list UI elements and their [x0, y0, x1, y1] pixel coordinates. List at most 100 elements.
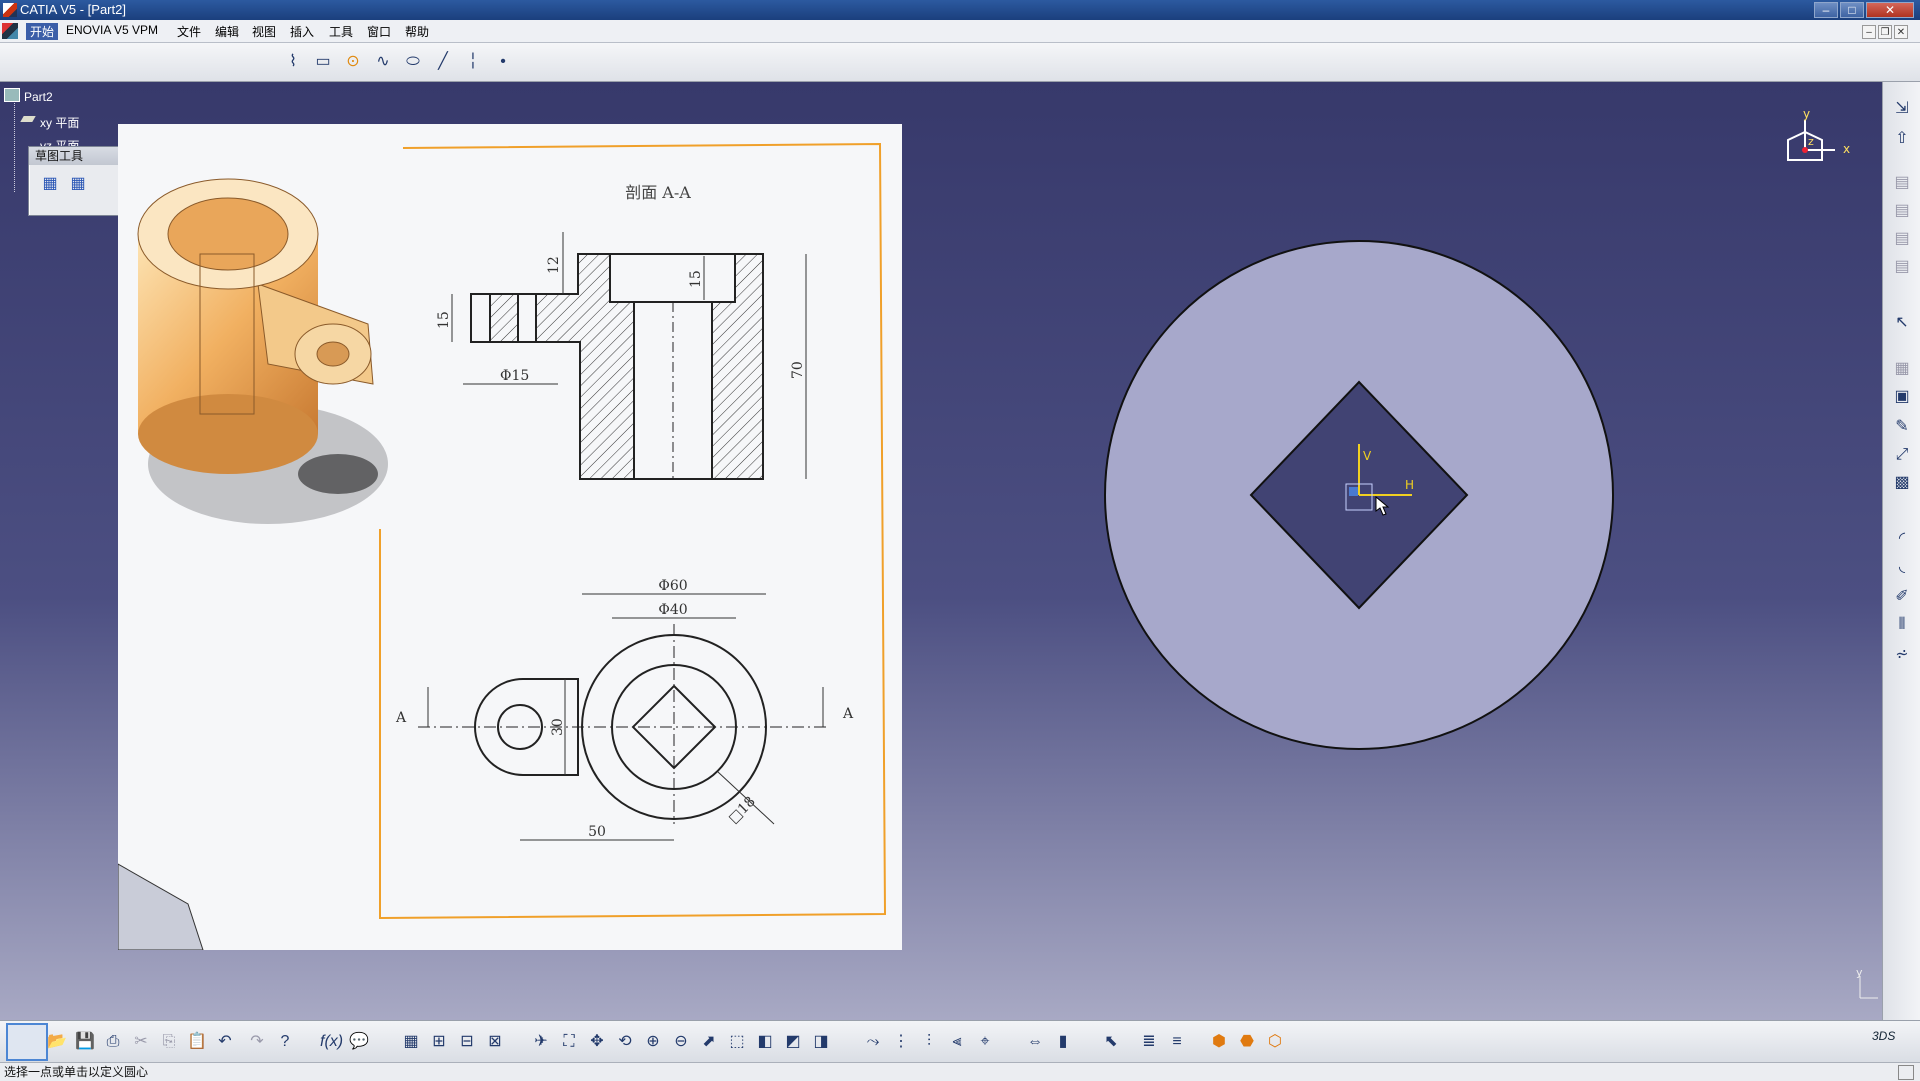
tree-item-xy-plane[interactable]: xy 平面 — [40, 114, 79, 131]
h-axis-label: H — [1405, 478, 1414, 492]
status-bar: 选择一点或单击以定义圆心 — [0, 1062, 1920, 1081]
grid-table-icon[interactable]: ▦ — [400, 1031, 422, 1053]
redo-icon[interactable]: ↷ — [246, 1031, 268, 1053]
snap-to-point-icon[interactable]: ▦ — [67, 173, 89, 195]
print-icon[interactable]: ⎙ — [102, 1031, 124, 1053]
hide-show-icon[interactable]: ◩ — [782, 1031, 804, 1053]
part-design-icon[interactable]: ⬢ — [1208, 1031, 1230, 1053]
comment-icon[interactable]: 💬 — [348, 1031, 370, 1053]
measure-icon[interactable]: ⊠ — [484, 1031, 506, 1053]
menu-enovia[interactable]: ENOVIA V5 VPM — [66, 23, 158, 37]
copy-icon[interactable]: ⎘ — [158, 1031, 180, 1053]
iso-view-icon[interactable]: ⬚ — [726, 1031, 748, 1053]
normal-view-icon[interactable]: ⬈ — [698, 1031, 720, 1053]
save-icon[interactable]: 💾 — [74, 1031, 96, 1053]
spline-icon[interactable]: ∿ — [372, 51, 394, 73]
geometric-constraints-icon[interactable]: ⫶ — [918, 1031, 940, 1053]
snap-icon[interactable]: ⌖ — [974, 1031, 996, 1053]
close-button[interactable]: ✕ — [1866, 2, 1914, 18]
grid-icon[interactable]: ▦ — [39, 173, 61, 195]
animate-constraint-icon[interactable]: ▤ — [1891, 228, 1913, 250]
point-icon[interactable]: • — [492, 51, 514, 73]
open-icon[interactable]: 📂 — [46, 1031, 68, 1053]
mirror-icon[interactable]: ⫴ — [1891, 614, 1913, 636]
menu-window[interactable]: 窗口 — [367, 23, 391, 40]
menu-help[interactable]: 帮助 — [405, 23, 429, 40]
rotate-icon[interactable]: ⟲ — [614, 1031, 636, 1053]
calculator-icon[interactable]: ▩ — [1891, 472, 1913, 494]
layer-icon[interactable]: ≣ — [1138, 1031, 1160, 1053]
layer-filter-icon[interactable]: ≡ — [1166, 1031, 1188, 1053]
zoom-out-icon[interactable]: ⊖ — [670, 1031, 692, 1053]
menu-file[interactable]: 文件 — [177, 23, 201, 40]
edit-multi-constraint-icon[interactable]: ▤ — [1891, 256, 1913, 278]
3d-viewport[interactable]: Part2 xy 平面 yz 平面 草图工具 ▦ ▦ — [0, 82, 1882, 1020]
tree-root-part2[interactable]: Part2 — [24, 90, 53, 104]
sketch-tools-toolbar[interactable]: 草图工具 ▦ ▦ — [28, 146, 122, 216]
constraint-icon[interactable]: ▣ — [1891, 386, 1913, 408]
circle-icon[interactable]: ⊙ — [342, 51, 364, 73]
line-icon[interactable]: ╱ — [432, 51, 454, 73]
svg-text:Φ15: Φ15 — [500, 368, 529, 384]
compass-icon[interactable]: y x z — [1770, 110, 1860, 180]
chamfer-icon[interactable]: ◟ — [1891, 556, 1913, 578]
formula-icon[interactable]: f(x) — [320, 1031, 343, 1053]
pencil-icon[interactable]: ✎ — [1891, 416, 1913, 438]
auto-constraint-icon[interactable]: ▤ — [1891, 200, 1913, 222]
project-icon[interactable]: ⩫ — [1891, 644, 1913, 666]
menu-bar: 开始 ENOVIA V5 VPM 文件 编辑 视图 插入 工具 窗口 帮助 — [0, 20, 1920, 43]
menu-tools[interactable]: 工具 — [329, 23, 353, 40]
svg-text:15: 15 — [688, 270, 704, 288]
sketch-analysis-icon[interactable]: ⤳ — [862, 1031, 884, 1053]
workbench-icon[interactable] — [6, 1023, 48, 1061]
standard-toolbar: 📂 💾 ⎙ ✂ ⎘ 📋 ↶ ↷ ? f(x) 💬 ▦ ⊞ ⊟ ⊠ ✈ ⛶ ✥ ⟲… — [0, 1020, 1920, 1063]
menu-insert[interactable]: 插入 — [290, 23, 314, 40]
paste-icon[interactable]: 📋 — [186, 1031, 208, 1053]
pan-icon[interactable]: ✥ — [586, 1031, 608, 1053]
menu-view[interactable]: 视图 — [252, 23, 276, 40]
help-icon[interactable]: ? — [274, 1031, 296, 1053]
cut-icon[interactable]: ✂ — [130, 1031, 152, 1053]
construction-icon[interactable]: ⋮ — [890, 1031, 912, 1053]
status-input-icon[interactable] — [1898, 1065, 1914, 1080]
fit-all-icon[interactable]: ⛶ — [558, 1031, 580, 1053]
doc-minimize-button[interactable]: – — [1862, 25, 1876, 39]
cut-part-icon[interactable]: ⇔ — [1024, 1031, 1046, 1053]
operation-icon[interactable]: ▦ — [1891, 358, 1913, 380]
corner-icon[interactable]: ◜ — [1891, 528, 1913, 550]
zoom-in-icon[interactable]: ⊕ — [642, 1031, 664, 1053]
rectangle-icon[interactable]: ▭ — [312, 51, 334, 73]
tree-icon[interactable]: ⊞ — [428, 1031, 450, 1053]
select-icon[interactable]: ↖ — [1891, 312, 1913, 334]
fly-mode-icon[interactable]: ✈ — [530, 1031, 552, 1053]
sketch-icon[interactable]: ⇧ — [1891, 128, 1913, 150]
shading-icon[interactable]: ◧ — [754, 1031, 776, 1053]
maximize-button[interactable]: □ — [1840, 2, 1864, 18]
section-title: 剖面 A-A — [625, 183, 691, 202]
undo-icon[interactable]: ↶ — [214, 1031, 236, 1053]
catalog-icon[interactable]: ⊟ — [456, 1031, 478, 1053]
axis-icon[interactable]: ╎ — [462, 51, 484, 73]
product-icon[interactable]: ⬡ — [1264, 1031, 1286, 1053]
minimize-button[interactable]: – — [1814, 2, 1838, 18]
select-mode-icon[interactable]: ⬉ — [1100, 1031, 1122, 1053]
status-message: 选择一点或单击以定义圆心 — [4, 1065, 149, 1079]
section-view — [470, 253, 764, 480]
trim-icon[interactable]: ✐ — [1891, 586, 1913, 608]
assembly-icon[interactable]: ⬣ — [1236, 1031, 1258, 1053]
catia-app-icon — [3, 3, 17, 17]
dimensional-constraints-icon[interactable]: ⫷ — [946, 1031, 968, 1053]
swap-space-icon[interactable]: ◨ — [810, 1031, 832, 1053]
scale-icon[interactable]: ⤢ — [1891, 444, 1913, 466]
visualization-icon[interactable]: ▮ — [1052, 1031, 1074, 1053]
profile-icon[interactable]: ⌇ — [282, 51, 304, 73]
doc-restore-button[interactable]: ❐ — [1878, 25, 1892, 39]
exit-workbench-icon[interactable]: ⇲ — [1891, 98, 1913, 120]
ellipse-icon[interactable]: ⬭ — [402, 51, 424, 73]
catia-logo-icon[interactable] — [2, 23, 18, 39]
svg-text:70: 70 — [790, 361, 806, 379]
menu-start[interactable]: 开始 — [26, 23, 59, 40]
menu-edit[interactable]: 编辑 — [215, 23, 239, 40]
constraint-dialog-icon[interactable]: ▤ — [1891, 172, 1913, 194]
doc-close-button[interactable]: ✕ — [1894, 25, 1908, 39]
